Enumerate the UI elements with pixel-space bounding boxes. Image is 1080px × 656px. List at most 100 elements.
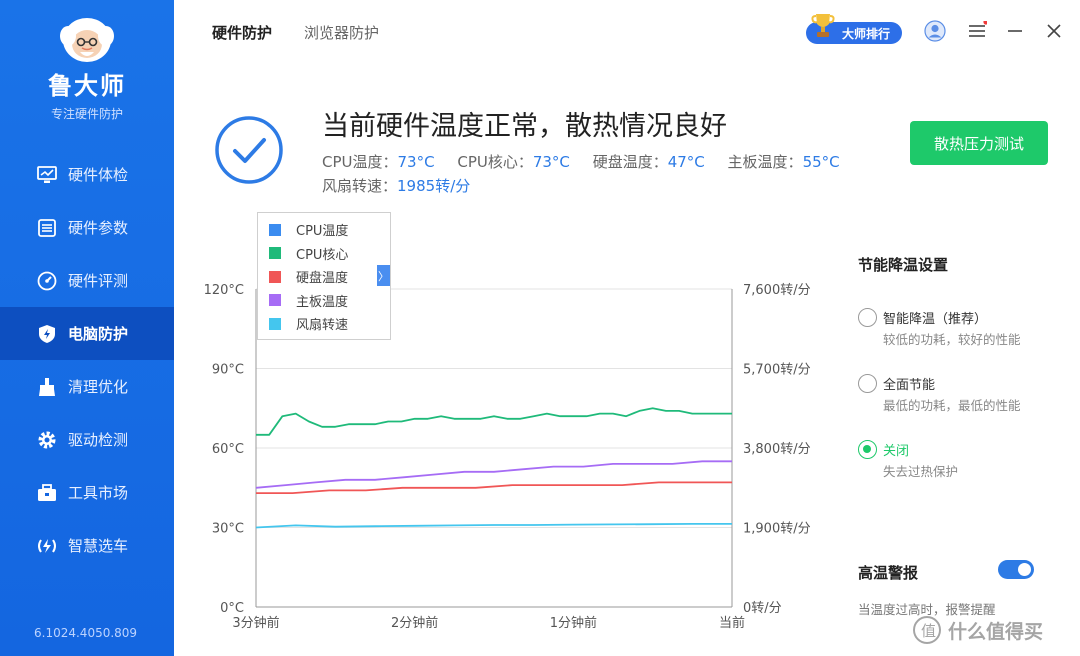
legend-item[interactable]: 主板温度 [258, 289, 390, 313]
reading-value: 73°C [397, 153, 435, 171]
sidebar-item-label: 清理优化 [68, 378, 129, 396]
sidebar-item-label: 硬件参数 [68, 219, 129, 237]
legend-swatch [269, 247, 281, 260]
trophy-icon [810, 12, 836, 45]
main-tabs: 硬件防护 浏览器防护 [212, 22, 379, 43]
legend-swatch [269, 294, 281, 307]
master-rank-button[interactable]: 大师排行 [806, 14, 902, 44]
logo: 鲁大师 专注硬件防护 [0, 14, 174, 122]
legend-item[interactable]: 硬盘温度 [258, 265, 390, 289]
option-label: 关闭 [883, 444, 910, 459]
sidebar-item-hardware-benchmark[interactable]: 硬件评测 [0, 254, 174, 307]
option-desc: 最低的功耗，最低的性能 [883, 398, 1021, 413]
sidebar-item-label: 智慧选车 [68, 537, 129, 555]
radio-full-energy-save[interactable] [858, 374, 877, 393]
reading-label: 硬盘温度： [592, 153, 668, 171]
reading-label: CPU温度： [322, 153, 398, 171]
reading-label: 风扇转速： [322, 177, 398, 195]
legend-collapse-chevron-icon[interactable]: 〉 [377, 265, 390, 286]
watermark-text: 什么值得买 [948, 620, 1044, 643]
sidebar-item-label: 工具市场 [68, 484, 129, 502]
tab-hardware-protection[interactable]: 硬件防护 [212, 22, 272, 43]
sidebar-item-cleanup[interactable]: 清理优化 [0, 360, 174, 413]
close-icon[interactable] [1043, 20, 1065, 42]
y-left-tick-label: 120°C [204, 283, 244, 298]
reading-label: 主板温度： [727, 153, 803, 171]
radio-smart-cooling[interactable] [858, 308, 877, 327]
high-temp-alarm-toggle[interactable] [998, 560, 1034, 579]
option-desc: 较低的功耗，较好的性能 [883, 332, 1021, 347]
svg-text:值: 值 [921, 622, 936, 640]
high-temp-alarm-title: 高温警报 [858, 564, 919, 582]
tab-browser-protection[interactable]: 浏览器防护 [304, 22, 379, 43]
app-name: 鲁大师 [48, 72, 126, 100]
minimize-icon[interactable] [1004, 20, 1026, 42]
user-avatar-icon[interactable] [924, 20, 946, 42]
menu-icon[interactable] [966, 20, 988, 42]
car-select-icon [36, 535, 58, 557]
legend-label: CPU核心 [296, 247, 349, 263]
radio-off[interactable] [858, 440, 877, 459]
series-line [256, 481, 732, 495]
sidebar: 鲁大师 专注硬件防护 硬件体检 硬件参数 硬件评测 电脑防护 清理优化 驱动检测… [0, 0, 174, 656]
y-right-tick-label: 0转/分 [743, 601, 782, 616]
reading-label: CPU核心： [457, 153, 533, 171]
x-tick-label: 2分钟前 [391, 615, 438, 631]
sidebar-item-tool-market[interactable]: 工具市场 [0, 466, 174, 519]
cpu-temp-reading: CPU温度：73°C [322, 153, 435, 171]
sidebar-item-driver-check[interactable]: 驱动检测 [0, 413, 174, 466]
shield-bolt-icon [36, 323, 58, 345]
series-line [255, 460, 732, 489]
legend-swatch [269, 270, 281, 283]
status-title: 当前硬件温度正常，散热情况良好 [322, 111, 727, 142]
option-label: 智能降温（推荐） [883, 312, 988, 327]
disk-temp-reading: 硬盘温度：47°C [593, 153, 705, 171]
fan-speed-reading: 风扇转速：1985转/分 [322, 175, 470, 196]
sidebar-item-hardware-check[interactable]: 硬件体检 [0, 148, 174, 201]
legend-label: 主板温度 [296, 294, 349, 310]
x-tick-label: 当前 [719, 615, 745, 631]
legend-label: 硬盘温度 [296, 271, 349, 287]
sidebar-item-label: 硬件评测 [68, 272, 129, 290]
reading-value: 47°C [667, 153, 705, 171]
y-right-tick-label: 1,900转/分 [743, 522, 811, 537]
temperature-readings: CPU温度：73°C CPU核心：73°C 硬盘温度：47°C 主板温度：55°… [322, 151, 858, 172]
version-label: 6.1024.4050.809 [34, 626, 138, 640]
reading-value: 1985转/分 [397, 177, 471, 195]
y-right-tick-label: 7,600转/分 [743, 283, 811, 298]
option-desc: 失去过热保护 [883, 464, 959, 479]
legend-item[interactable]: 风扇转速 [258, 312, 390, 336]
sidebar-item-label: 硬件体检 [68, 166, 129, 184]
legend-item[interactable]: CPU温度 [258, 218, 390, 242]
broom-icon [36, 376, 58, 398]
legend-label: 风扇转速 [296, 318, 349, 334]
reading-value: 73°C [532, 153, 570, 171]
x-tick-label: 3分钟前 [232, 615, 279, 631]
sidebar-item-label: 驱动检测 [68, 431, 129, 449]
reading-value: 55°C [802, 153, 840, 171]
y-left-tick-label: 60°C [212, 442, 244, 457]
master-rank-label: 大师排行 [841, 26, 890, 41]
sidebar-item-hardware-params[interactable]: 硬件参数 [0, 201, 174, 254]
y-left-tick-label: 90°C [212, 363, 244, 378]
legend-item[interactable]: CPU核心 [258, 242, 390, 266]
option-label: 全面节能 [883, 378, 936, 393]
chart-legend: CPU温度 CPU核心 硬盘温度 主板温度 风扇转速 [257, 212, 391, 340]
stress-test-button[interactable]: 散热压力测试 [910, 121, 1048, 165]
legend-swatch [269, 317, 281, 330]
sidebar-item-pc-protection[interactable]: 电脑防护 [0, 307, 174, 360]
legend-label: CPU温度 [296, 224, 349, 240]
x-tick-label: 1分钟前 [550, 615, 597, 631]
sidebar-item-label: 电脑防护 [68, 325, 129, 343]
gauge-icon [36, 270, 58, 292]
sidebar-item-smart-car[interactable]: 智慧选车 [0, 519, 174, 572]
gear-icon [36, 429, 58, 451]
y-left-tick-label: 0°C [220, 601, 244, 616]
sidebar-nav: 硬件体检 硬件参数 硬件评测 电脑防护 清理优化 驱动检测 工具市场 智慧选车 [0, 148, 174, 572]
master-lu-logo-icon [56, 14, 118, 64]
legend-swatch [269, 223, 281, 236]
board-temp-reading: 主板温度：55°C [728, 153, 840, 171]
monitor-icon [36, 164, 58, 186]
app-slogan: 专注硬件防护 [50, 107, 123, 121]
list-icon [36, 217, 58, 239]
